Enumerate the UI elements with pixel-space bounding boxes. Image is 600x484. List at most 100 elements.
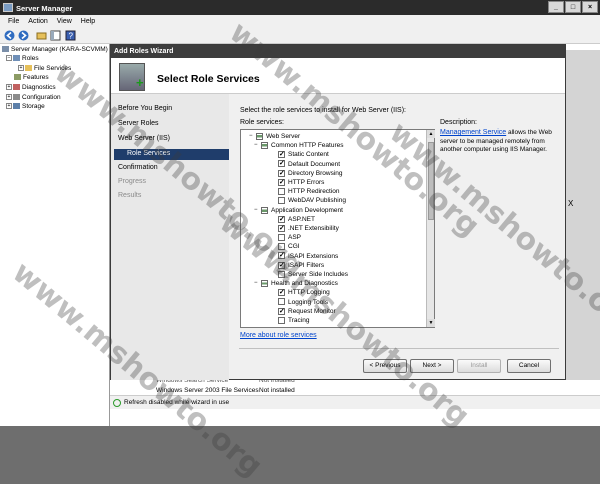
role-service-label: .NET Extensibility <box>288 225 339 232</box>
folder-icon <box>25 65 32 72</box>
role-service-item[interactable]: ASP <box>278 233 301 242</box>
role-service-checkbox[interactable] <box>278 270 285 278</box>
step-web-server-iis[interactable]: Web Server (IIS) <box>118 135 170 142</box>
tree-item-file-services[interactable]: + File Services <box>18 65 71 72</box>
role-service-checkbox[interactable]: ✓ <box>278 169 285 177</box>
role-service-checkbox[interactable] <box>278 197 285 205</box>
role-service-checkbox[interactable]: ✓ <box>278 224 285 232</box>
collapse-icon[interactable]: − <box>6 55 12 62</box>
collapse-icon[interactable]: − <box>254 279 260 288</box>
cancel-button[interactable]: Cancel <box>507 359 551 373</box>
role-service-checkbox[interactable] <box>278 233 285 241</box>
role-service-item[interactable]: HTTP Redirection <box>278 187 340 196</box>
refresh-icon[interactable] <box>113 399 121 407</box>
minimize-button[interactable]: _ <box>548 1 564 13</box>
next-button[interactable]: Next > <box>410 359 454 373</box>
help-icon[interactable]: ? <box>65 30 76 41</box>
collapse-icon[interactable]: − <box>249 132 255 141</box>
collapse-icon[interactable]: − <box>254 141 260 150</box>
role-service-checkbox[interactable]: ✓ <box>278 289 285 297</box>
role-service-checkbox[interactable]: ✓ <box>278 178 285 186</box>
role-service-checkbox[interactable] <box>256 133 263 140</box>
role-service-item[interactable]: ✓ HTTP Logging <box>278 288 330 297</box>
instruction-text: Select the role services to install for … <box>240 107 406 114</box>
role-service-item[interactable]: Server Side Includes <box>278 270 348 279</box>
role-service-item[interactable]: ✓ .NET Extensibility <box>278 224 339 233</box>
role-service-item[interactable]: WebDAV Publishing <box>278 196 346 205</box>
role-service-checkbox[interactable]: ✓ <box>278 160 285 168</box>
tree-item-storage[interactable]: + Storage <box>6 103 45 110</box>
management-service-link[interactable]: Management Service <box>440 129 506 136</box>
role-service-checkbox[interactable] <box>278 187 285 195</box>
role-service-item[interactable]: ✓ Static Content <box>278 150 329 159</box>
up-folder-icon[interactable] <box>36 30 47 41</box>
back-icon[interactable] <box>4 30 15 41</box>
step-role-services[interactable]: Role Services <box>114 149 229 160</box>
role-service-checkbox[interactable]: ✓ <box>278 151 285 159</box>
role-service-item[interactable]: ✓ HTTP Errors <box>278 178 324 187</box>
more-about-role-services-link[interactable]: More about role services <box>240 332 317 339</box>
role-service-checkbox[interactable]: ✓ <box>278 307 285 315</box>
role-service-label: Request Monitor <box>288 307 336 315</box>
expand-icon[interactable]: + <box>18 65 24 72</box>
role-service-item[interactable]: CGI <box>278 242 300 251</box>
role-service-item[interactable]: − Health and Diagnostics <box>254 279 338 288</box>
forward-icon[interactable] <box>18 30 29 41</box>
menu-file[interactable]: File <box>4 15 24 28</box>
role-service-item[interactable]: ✓ ASP.NET <box>278 215 315 224</box>
navigation-tree: Server Manager (KARA-SCVMM) − Roles + File… <box>0 44 110 426</box>
wizard-titlebar: Add Roles Wizard <box>111 45 565 58</box>
install-button: Install <box>457 359 501 373</box>
role-service-label: ISAPI Extensions <box>288 252 339 260</box>
menu-help[interactable]: Help <box>77 15 100 28</box>
scroll-up-icon[interactable]: ▲ <box>427 130 435 138</box>
role-services-scrollbar[interactable]: ▲ ▼ <box>426 130 435 327</box>
tree-item-configuration[interactable]: + Configuration <box>6 94 61 101</box>
tree-root[interactable]: Server Manager (KARA-SCVMM) <box>2 46 108 53</box>
role-service-item[interactable]: − Application Development <box>254 206 343 215</box>
maximize-button[interactable]: □ <box>565 1 581 13</box>
status-bar: Refresh disabled while wizard in use <box>110 395 600 409</box>
role-service-item[interactable]: Logging Tools <box>278 298 328 307</box>
close-button[interactable]: × <box>582 1 598 13</box>
role-service-item[interactable]: Tracing <box>278 316 309 325</box>
role-service-checkbox[interactable] <box>278 298 285 306</box>
role-service-checkbox[interactable]: ✓ <box>278 261 285 269</box>
tree-item-features[interactable]: Features <box>14 74 49 81</box>
menu-view[interactable]: View <box>53 15 77 28</box>
role-service-item[interactable]: − Web Server <box>249 132 300 141</box>
collapse-icon[interactable]: − <box>254 206 260 215</box>
role-service-item[interactable]: − Common HTTP Features <box>254 141 343 150</box>
previous-button[interactable]: < Previous <box>363 359 407 373</box>
server-manager-icon <box>3 3 13 12</box>
expand-icon[interactable]: + <box>6 84 12 91</box>
role-service-item[interactable]: ✓ ISAPI Extensions <box>278 252 338 261</box>
role-service-item[interactable]: ✓ ISAPI Filters <box>278 261 324 270</box>
tree-item-roles[interactable]: − Roles <box>6 55 39 62</box>
role-service-checkbox[interactable]: ✓ <box>278 252 285 260</box>
add-roles-wizard: Add Roles Wizard + Select Role Services … <box>110 44 566 380</box>
server-icon <box>2 46 9 53</box>
step-confirmation[interactable]: Confirmation <box>118 164 158 171</box>
role-service-checkbox[interactable] <box>261 280 268 288</box>
roles-icon <box>13 55 20 62</box>
role-service-item[interactable]: ✓ Directory Browsing <box>278 169 343 178</box>
role-services-list[interactable]: − Web Server − Common HTTP Features ✓ Static … <box>240 129 435 328</box>
scroll-down-icon[interactable]: ▼ <box>427 319 435 327</box>
step-before-you-begin[interactable]: Before You Begin <box>118 105 172 112</box>
show-hide-tree-icon[interactable] <box>50 30 61 41</box>
role-service-item[interactable]: ✓ Request Monitor <box>278 307 336 316</box>
expand-icon[interactable]: + <box>6 94 12 101</box>
role-service-checkbox[interactable] <box>261 206 268 214</box>
menu-action[interactable]: Action <box>24 15 52 28</box>
details-pane-sidebar: X <box>565 50 600 380</box>
step-server-roles[interactable]: Server Roles <box>118 120 158 127</box>
tree-item-diagnostics[interactable]: + Diagnostics <box>6 84 56 91</box>
expand-icon[interactable]: + <box>6 103 12 110</box>
role-service-item[interactable]: ✓ Default Document <box>278 160 340 169</box>
role-service-checkbox[interactable] <box>278 243 285 251</box>
role-service-checkbox[interactable] <box>261 142 268 150</box>
scroll-thumb[interactable] <box>428 142 434 220</box>
role-service-checkbox[interactable]: ✓ <box>278 215 285 223</box>
role-service-checkbox[interactable] <box>278 316 285 324</box>
